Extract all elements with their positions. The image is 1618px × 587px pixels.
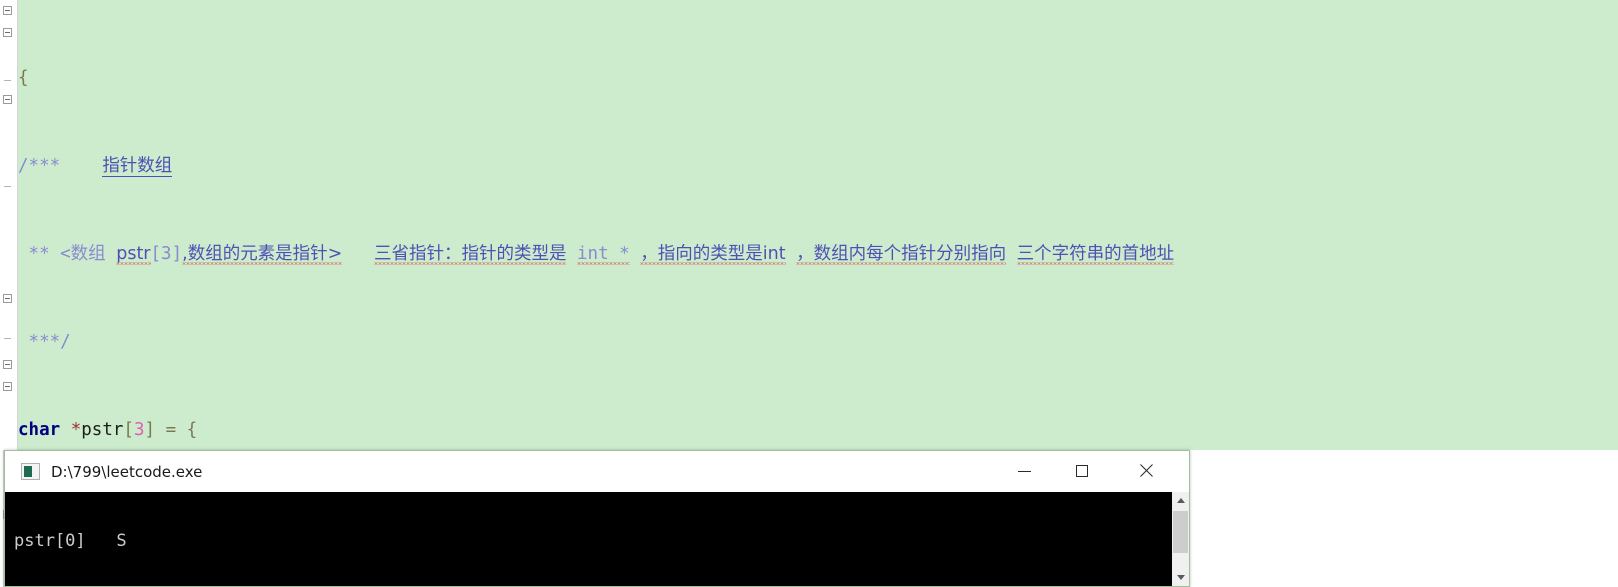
comment-mid: ,数组的元素是指针>	[182, 244, 343, 267]
brace-open: {	[18, 68, 29, 88]
maximize-icon	[1075, 465, 1088, 477]
console-scrollbar[interactable]	[1172, 492, 1189, 586]
code-line: ** <数组 pstr[3],数组的元素是指针> 三省指针：指针的类型是 int…	[18, 243, 1618, 265]
keyword-char: char	[18, 420, 61, 440]
scroll-down-button[interactable]	[1172, 569, 1189, 586]
console-output-line: pstr[0] S	[14, 531, 127, 552]
code-line: /*** 指针数组	[18, 155, 1618, 177]
comment-type: int *	[577, 244, 630, 267]
code-line: char *pstr[3] = {	[18, 420, 198, 440]
minimize-icon	[1018, 470, 1031, 472]
fold-toggle[interactable]	[3, 95, 12, 104]
fold-tick	[4, 338, 11, 339]
fold-tick	[4, 80, 11, 81]
maximize-button[interactable]	[1058, 451, 1105, 491]
brace-open: {	[186, 420, 198, 440]
code-text-area[interactable]: { /*** 指针数组 ** <数组 pstr[3],数组的元素是指针> 三省指…	[18, 0, 1618, 450]
comment-title: 指针数组	[102, 156, 173, 177]
console-window[interactable]: D:\799\leetcode.exe pstr[0] S pstr[1] wi…	[4, 450, 1190, 587]
comment-ident: pstr	[116, 244, 151, 267]
fold-tick	[4, 186, 11, 187]
console-title: D:\799\leetcode.exe	[51, 462, 203, 481]
close-icon	[1139, 464, 1153, 478]
code-editor-pane[interactable]: { /*** 指针数组 ** <数组 pstr[3],数组的元素是指针> 三省指…	[0, 0, 1618, 450]
chevron-down-icon	[1176, 575, 1185, 580]
comment-index: [3]	[150, 244, 183, 264]
comment-seg3: ，数组内每个指针分别指向	[796, 244, 1007, 267]
ident-pstr: pstr	[81, 420, 124, 440]
op-star: *	[70, 420, 82, 440]
fold-toggle[interactable]	[3, 382, 12, 391]
code-line: {	[18, 67, 1618, 89]
comment-body-prefix: ** <数组	[18, 244, 117, 264]
comment-marker-open: /***	[18, 156, 61, 176]
fold-toggle[interactable]	[3, 360, 12, 369]
editor-fold-gutter[interactable]	[0, 0, 18, 450]
console-title-bar[interactable]: D:\799\leetcode.exe	[5, 451, 1189, 492]
console-output-area[interactable]: pstr[0] S pstr[1] with pstr[2] Chinese *…	[5, 492, 1189, 586]
code-line: ***/	[18, 331, 1618, 353]
scroll-up-button[interactable]	[1172, 492, 1189, 509]
num-3: 3	[133, 420, 145, 440]
comment-seg1: 三省指针：指针的类型是	[373, 244, 567, 267]
minimize-button[interactable]	[1001, 451, 1048, 491]
comment-marker-close: ***/	[18, 332, 71, 352]
assign: =	[155, 420, 187, 440]
desktop-background	[1190, 450, 1618, 587]
chevron-up-icon	[1176, 498, 1185, 503]
close-button[interactable]	[1122, 451, 1169, 491]
comment-seg2: ，指向的类型是int	[640, 244, 786, 267]
comment-seg4: 三个字符串的首地址	[1016, 244, 1175, 267]
fold-toggle[interactable]	[3, 294, 12, 303]
console-output-text: pstr[0] S pstr[1] with pstr[2] Chinese *…	[14, 493, 270, 586]
scrollbar-thumb[interactable]	[1173, 511, 1188, 553]
fold-toggle[interactable]	[3, 28, 12, 37]
console-app-icon	[21, 463, 40, 480]
fold-toggle[interactable]	[3, 6, 12, 15]
